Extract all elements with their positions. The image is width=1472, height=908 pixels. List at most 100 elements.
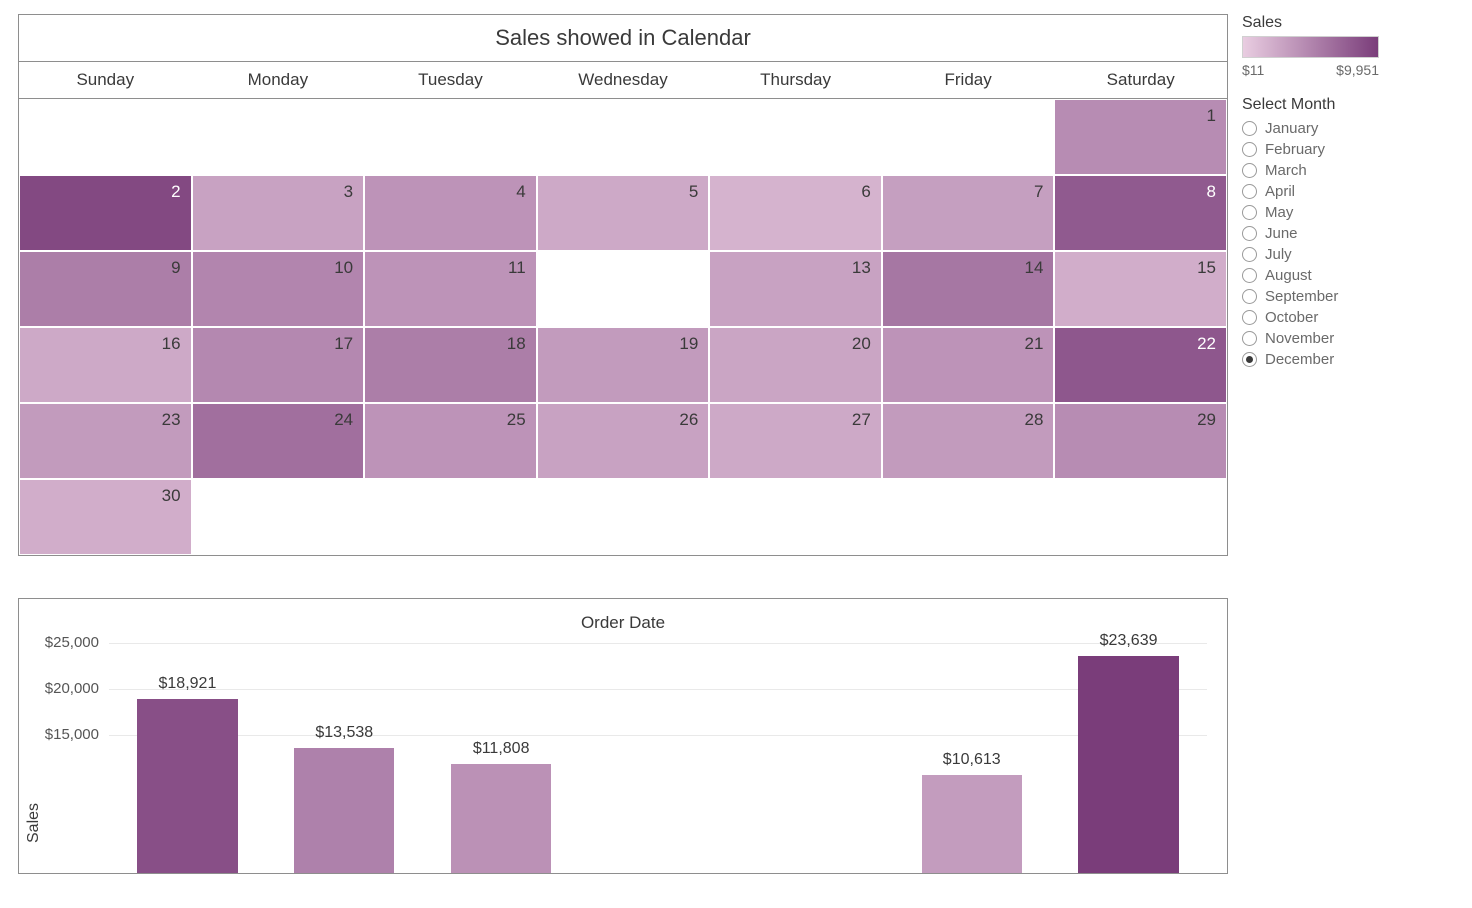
calendar-day-cell[interactable]: 14 — [882, 251, 1055, 327]
bar[interactable] — [294, 748, 394, 873]
legend-max: $9,951 — [1336, 62, 1379, 78]
bar-chart-ylabel: Sales — [25, 803, 43, 843]
y-tick-label: $25,000 — [39, 634, 99, 651]
calendar-day-number: 11 — [508, 258, 526, 277]
month-selector-title: Select Month — [1242, 96, 1379, 114]
radio-icon — [1242, 226, 1257, 241]
month-option-december[interactable]: December — [1242, 351, 1379, 368]
calendar-day-cell[interactable]: 30 — [19, 479, 192, 555]
calendar-day-cell[interactable]: 5 — [537, 175, 710, 251]
calendar-day-number: 8 — [1207, 182, 1216, 201]
calendar-day-number: 27 — [852, 410, 871, 429]
calendar-day-cell[interactable]: 9 — [19, 251, 192, 327]
calendar-day-number: 17 — [334, 334, 353, 353]
weekday-label: Saturday — [1054, 62, 1227, 98]
calendar-day-cell[interactable]: 19 — [537, 327, 710, 403]
bar[interactable] — [451, 764, 551, 873]
calendar-empty-cell — [19, 99, 192, 175]
month-option-label: June — [1265, 225, 1298, 242]
calendar-day-cell[interactable]: 6 — [709, 175, 882, 251]
month-option-february[interactable]: February — [1242, 141, 1379, 158]
month-option-label: August — [1265, 267, 1312, 284]
calendar-empty-cell — [709, 479, 882, 555]
month-option-june[interactable]: June — [1242, 225, 1379, 242]
calendar-day-cell[interactable]: 17 — [192, 327, 365, 403]
bar-column: $18,921 — [109, 643, 266, 873]
calendar-day-cell[interactable]: 4 — [364, 175, 537, 251]
legend-gradient[interactable] — [1242, 36, 1379, 58]
calendar-day-cell[interactable]: 10 — [192, 251, 365, 327]
calendar-day-cell[interactable]: 3 — [192, 175, 365, 251]
month-option-label: October — [1265, 309, 1318, 326]
legend-title: Sales — [1242, 14, 1379, 32]
calendar-day-cell[interactable]: 7 — [882, 175, 1055, 251]
bar-value-label: $13,538 — [266, 724, 423, 742]
bar[interactable] — [1078, 656, 1178, 873]
radio-icon — [1242, 121, 1257, 136]
calendar-empty-cell — [709, 99, 882, 175]
radio-icon — [1242, 205, 1257, 220]
bar-value-label: $10,613 — [893, 751, 1050, 769]
month-option-label: February — [1265, 141, 1325, 158]
calendar-day-number: 22 — [1197, 334, 1216, 353]
month-option-january[interactable]: January — [1242, 120, 1379, 137]
month-option-october[interactable]: October — [1242, 309, 1379, 326]
calendar-day-cell[interactable]: 1 — [1054, 99, 1227, 175]
bar[interactable] — [922, 775, 1022, 873]
calendar-day-number: 9 — [171, 258, 180, 277]
calendar-empty-cell — [192, 99, 365, 175]
calendar-title: Sales showed in Calendar — [19, 15, 1227, 62]
month-selector: January February March April May June July Augu… — [1242, 120, 1379, 368]
month-option-march[interactable]: March — [1242, 162, 1379, 179]
calendar-day-number: 29 — [1197, 410, 1216, 429]
y-tick-label: $15,000 — [39, 726, 99, 743]
month-option-august[interactable]: August — [1242, 267, 1379, 284]
month-option-label: January — [1265, 120, 1318, 137]
calendar-day-cell[interactable]: 16 — [19, 327, 192, 403]
calendar-day-number: 10 — [334, 258, 353, 277]
month-option-september[interactable]: September — [1242, 288, 1379, 305]
calendar-day-cell[interactable]: 21 — [882, 327, 1055, 403]
month-option-july[interactable]: July — [1242, 246, 1379, 263]
calendar-day-number: 1 — [1207, 106, 1216, 125]
month-option-november[interactable]: November — [1242, 330, 1379, 347]
calendar-day-number: 5 — [689, 182, 698, 201]
calendar-day-cell[interactable]: 18 — [364, 327, 537, 403]
legend-panel: Sales $11 $9,951 Select Month JanuaryFeb… — [1242, 14, 1379, 372]
calendar-day-cell[interactable]: 8 — [1054, 175, 1227, 251]
calendar-empty-cell — [364, 479, 537, 555]
month-option-may[interactable]: May — [1242, 204, 1379, 221]
calendar-empty-cell — [192, 479, 365, 555]
calendar-day-cell[interactable]: 22 — [1054, 327, 1227, 403]
calendar-day-cell[interactable]: 27 — [709, 403, 882, 479]
calendar-empty-cell — [537, 251, 710, 327]
calendar-day-cell[interactable]: 11 — [364, 251, 537, 327]
calendar-day-cell[interactable]: 23 — [19, 403, 192, 479]
calendar-day-cell[interactable]: 29 — [1054, 403, 1227, 479]
calendar-day-number: 18 — [507, 334, 526, 353]
bar[interactable] — [137, 699, 237, 873]
month-option-label: December — [1265, 351, 1334, 368]
bar-column: $23,639 — [1050, 643, 1207, 873]
weekday-label: Monday — [192, 62, 365, 98]
calendar-day-cell[interactable]: 26 — [537, 403, 710, 479]
calendar-day-number: 26 — [679, 410, 698, 429]
month-option-april[interactable]: April — [1242, 183, 1379, 200]
calendar-day-cell[interactable]: 24 — [192, 403, 365, 479]
y-tick-label: $20,000 — [39, 680, 99, 697]
calendar-empty-cell — [1054, 479, 1227, 555]
calendar-day-cell[interactable]: 13 — [709, 251, 882, 327]
bar-column: $10,613 — [893, 643, 1050, 873]
calendar-day-number: 13 — [852, 258, 871, 277]
weekday-label: Thursday — [709, 62, 882, 98]
calendar-day-cell[interactable]: 25 — [364, 403, 537, 479]
calendar-day-cell[interactable]: 2 — [19, 175, 192, 251]
calendar-day-cell[interactable]: 20 — [709, 327, 882, 403]
calendar-day-number: 21 — [1025, 334, 1044, 353]
bar-value-label: $23,639 — [1050, 632, 1207, 650]
weekday-label: Wednesday — [537, 62, 710, 98]
calendar-day-cell[interactable]: 15 — [1054, 251, 1227, 327]
calendar-day-cell[interactable]: 28 — [882, 403, 1055, 479]
bar-value-label: $11,808 — [423, 740, 580, 758]
calendar-empty-cell — [537, 479, 710, 555]
